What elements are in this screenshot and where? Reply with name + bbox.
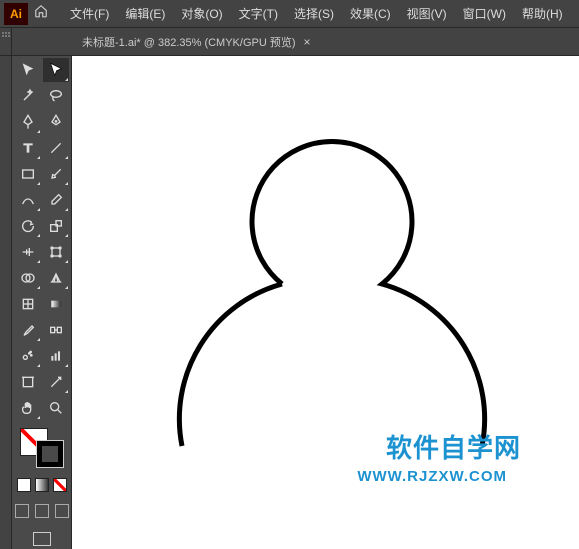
menu-file[interactable]: 文件(F) — [62, 0, 117, 28]
screen-mode-button[interactable] — [33, 532, 51, 546]
draw-behind[interactable] — [35, 504, 49, 518]
draw-mode-row — [15, 504, 69, 518]
line-segment-tool[interactable] — [43, 136, 69, 160]
document-tab-bar: 未标题-1.ai* @ 382.35% (CMYK/GPU 预览) × — [0, 28, 579, 56]
menu-edit[interactable]: 编辑(E) — [117, 0, 173, 28]
menu-object[interactable]: 对象(O) — [173, 0, 230, 28]
draw-normal[interactable] — [15, 504, 29, 518]
pen-tool[interactable] — [15, 110, 41, 134]
rectangle-tool[interactable] — [15, 162, 41, 186]
document-tab[interactable]: 未标题-1.ai* @ 382.35% (CMYK/GPU 预览) × — [72, 28, 321, 55]
symbol-sprayer-tool[interactable] — [15, 344, 41, 368]
column-graph-tool[interactable] — [43, 344, 69, 368]
slice-tool[interactable] — [43, 370, 69, 394]
mesh-tool[interactable] — [15, 292, 41, 316]
watermark-url: WWW.RJZXW.COM — [357, 468, 507, 485]
menu-view[interactable]: 视图(V) — [399, 0, 455, 28]
scale-tool[interactable] — [43, 214, 69, 238]
selection-tool[interactable] — [15, 58, 41, 82]
menu-type[interactable]: 文字(T) — [231, 0, 286, 28]
document-canvas[interactable]: 软件自学网 WWW.RJZXW.COM — [72, 56, 579, 549]
type-tool[interactable] — [15, 136, 41, 160]
app-logo-icon: Ai — [4, 3, 28, 25]
panel-gutter — [0, 56, 12, 549]
hand-tool[interactable] — [15, 396, 41, 420]
menu-window[interactable]: 窗口(W) — [455, 0, 514, 28]
menu-select[interactable]: 选择(S) — [286, 0, 342, 28]
document-tab-title: 未标题-1.ai* @ 382.35% (CMYK/GPU 预览) — [82, 34, 296, 50]
perspective-grid-tool[interactable] — [43, 266, 69, 290]
curvature-tool[interactable] — [43, 110, 69, 134]
gradient-tool[interactable] — [43, 292, 69, 316]
color-mode-row — [17, 478, 67, 492]
blend-tool[interactable] — [43, 318, 69, 342]
width-tool[interactable] — [15, 240, 41, 264]
color-mode-gradient[interactable] — [35, 478, 49, 492]
watermark-text: 软件自学网 — [386, 428, 521, 465]
zoom-tool[interactable] — [43, 396, 69, 420]
toolbox-header-spacer — [12, 28, 72, 55]
color-mode-solid[interactable] — [17, 478, 31, 492]
menu-effect[interactable]: 效果(C) — [342, 0, 399, 28]
artboard-tool[interactable] — [15, 370, 41, 394]
close-tab-icon[interactable]: × — [304, 35, 311, 49]
shape-builder-tool[interactable] — [15, 266, 41, 290]
home-icon[interactable] — [34, 4, 48, 23]
draw-inside[interactable] — [55, 504, 69, 518]
color-mode-none[interactable] — [53, 478, 67, 492]
tools-panel — [12, 56, 72, 549]
free-transform-tool[interactable] — [43, 240, 69, 264]
fill-stroke-swatch[interactable] — [20, 428, 64, 468]
stroke-color-icon[interactable] — [36, 440, 64, 468]
left-gutter — [0, 28, 12, 55]
shaper-tool[interactable] — [15, 188, 41, 212]
eyedropper-tool[interactable] — [15, 318, 41, 342]
menu-help[interactable]: 帮助(H) — [514, 0, 571, 28]
menu-bar: Ai 文件(F) 编辑(E) 对象(O) 文字(T) 选择(S) 效果(C) 视… — [0, 0, 579, 28]
direct-selection-tool[interactable] — [43, 58, 69, 82]
rotate-tool[interactable] — [15, 214, 41, 238]
magic-wand-tool[interactable] — [15, 84, 41, 108]
eraser-tool[interactable] — [43, 188, 69, 212]
paintbrush-tool[interactable] — [43, 162, 69, 186]
lasso-tool[interactable] — [43, 84, 69, 108]
